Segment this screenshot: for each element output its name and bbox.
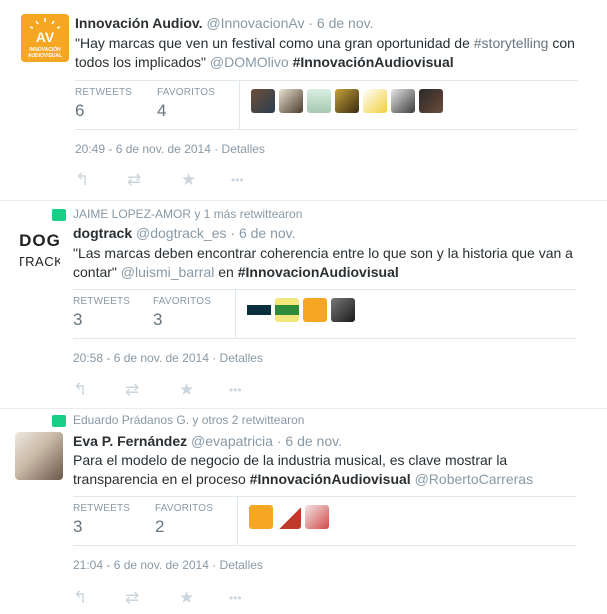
favorite-icon[interactable]: ★	[181, 170, 196, 190]
author-name[interactable]: Innovación Audiov.	[75, 15, 203, 31]
retweet-icon[interactable]: ⇄	[125, 380, 139, 400]
user-avatar[interactable]	[303, 298, 327, 322]
tweet-datetime[interactable]: 21:04 - 6 de nov. de 2014 · Detalles	[73, 558, 263, 572]
retweeted-by[interactable]: Eduardo Prádanos G. y otros 2 retwittear…	[73, 413, 304, 427]
user-avatar[interactable]	[335, 89, 359, 113]
favorite-icon[interactable]: ★	[179, 588, 194, 608]
tweet-1: AV INNOVACIÓN AUDIOVISUAL Innovación Aud…	[0, 0, 607, 200]
hashtag-link[interactable]: #storytelling	[474, 35, 549, 51]
svg-text:TRACK: TRACK	[20, 254, 60, 269]
more-icon[interactable]: •••	[229, 380, 242, 400]
separator-dot: ·	[230, 225, 236, 241]
favoriter-avatars	[251, 89, 443, 113]
tweet-header: dogtrack @dogtrack_es · 6 de nov.	[73, 224, 296, 242]
tweet-datetime[interactable]: 20:49 - 6 de nov. de 2014 · Detalles	[75, 142, 265, 156]
svg-text:AUDIOVISUAL: AUDIOVISUAL	[28, 53, 62, 59]
retweets-label: RETWEETS	[73, 503, 131, 514]
more-icon[interactable]: •••	[231, 170, 244, 190]
favoriter-avatars	[249, 505, 329, 529]
text-segment: en	[214, 264, 238, 280]
retweeted-by[interactable]: JAIME LOPEZ-AMOR y 1 más retwittearon	[73, 207, 302, 221]
author-name[interactable]: dogtrack	[73, 225, 132, 241]
author-handle[interactable]: @InnovacionAv	[206, 15, 304, 31]
tweet-date[interactable]: 6 de nov.	[285, 433, 342, 449]
favorites-label: FAVORITOS	[155, 503, 214, 514]
separator-dot: ·	[276, 433, 282, 449]
retweets-count: 3	[73, 517, 83, 536]
tweet-text: "Hay marcas que ven un festival como una…	[75, 34, 595, 72]
tweet-date[interactable]: 6 de nov.	[317, 15, 374, 31]
text-segment: "Hay marcas que ven un festival como una…	[75, 35, 474, 51]
stats-divider	[235, 290, 236, 338]
favorites-label: FAVORITOS	[157, 87, 216, 98]
tweet-actions: ↰ ⇄ ★ •••	[73, 380, 273, 400]
svg-text:DOG: DOG	[20, 231, 60, 250]
reply-icon[interactable]: ↰	[73, 588, 87, 608]
retweet-icon[interactable]: ⇄	[127, 170, 141, 190]
mention-link[interactable]: @luismi_barral	[121, 264, 215, 280]
tweet-date[interactable]: 6 de nov.	[239, 225, 296, 241]
author-handle[interactable]: @dogtrack_es	[136, 225, 226, 241]
user-avatar[interactable]	[391, 89, 415, 113]
user-avatar[interactable]	[363, 89, 387, 113]
user-avatar[interactable]	[307, 89, 331, 113]
stats-divider	[239, 81, 240, 129]
favorites-count: 3	[153, 310, 163, 329]
avatar-innovacion[interactable]: AV INNOVACIÓN AUDIOVISUAL	[21, 14, 69, 62]
tweet-actions: ↰ ⇄ ★ •••	[75, 170, 275, 190]
hashtag-link[interactable]: #InnovacionAudiovisual	[238, 264, 399, 280]
svg-text:INNOVACIÓN: INNOVACIÓN	[29, 45, 61, 53]
reply-icon[interactable]: ↰	[75, 170, 89, 190]
tweet-stats: RETWEETS 3 FAVORITOS 2	[73, 496, 576, 546]
tweet-stats: RETWEETS 3 FAVORITOS 3	[73, 289, 576, 339]
user-avatar[interactable]	[279, 89, 303, 113]
avatar-dogtrack[interactable]: DOG TRACK	[20, 226, 60, 276]
author-handle[interactable]: @evapatricia	[191, 433, 273, 449]
mention-link[interactable]: @RobertoCarreras	[415, 471, 533, 487]
user-avatar[interactable]	[419, 89, 443, 113]
tweet-text: "Las marcas deben encontrar coherencia e…	[73, 244, 583, 282]
tweet-datetime[interactable]: 20:58 - 6 de nov. de 2014 · Detalles	[73, 351, 263, 365]
retweet-icon[interactable]: ⇄	[125, 588, 139, 608]
retweets-label: RETWEETS	[73, 296, 131, 307]
user-avatar[interactable]	[247, 298, 271, 322]
favorites-count: 4	[157, 101, 167, 120]
tweet-header: Eva P. Fernández @evapatricia · 6 de nov…	[73, 432, 342, 450]
retweets-count: 6	[75, 101, 85, 120]
hashtag-link[interactable]: #InnovaciónAudiovisual	[293, 54, 454, 70]
mention-link[interactable]: @DOMOlivo	[210, 54, 289, 70]
retweet-indicator-icon	[52, 415, 66, 427]
stats-divider	[237, 497, 238, 545]
separator-dot: ·	[308, 15, 314, 31]
favorite-icon[interactable]: ★	[179, 380, 194, 400]
author-name[interactable]: Eva P. Fernández	[73, 433, 187, 449]
favorites-count: 2	[155, 517, 165, 536]
avatar-eva[interactable]	[15, 432, 63, 480]
tweet-text: Para el modelo de negocio de la industri…	[73, 451, 543, 489]
reply-icon[interactable]: ↰	[73, 380, 87, 400]
retweets-label: RETWEETS	[75, 87, 133, 98]
tweet-2: JAIME LOPEZ-AMOR y 1 más retwittearon DO…	[0, 200, 607, 410]
tweet-actions: ↰ ⇄ ★ •••	[73, 588, 273, 608]
user-avatar[interactable]	[305, 505, 329, 529]
retweet-indicator-icon	[52, 209, 66, 221]
tweet-header: Innovación Audiov. @InnovacionAv · 6 de …	[75, 14, 373, 32]
user-avatar[interactable]	[277, 505, 301, 529]
user-avatar[interactable]	[251, 89, 275, 113]
favorites-label: FAVORITOS	[153, 296, 212, 307]
tweet-3: Eduardo Prádanos G. y otros 2 retwittear…	[0, 408, 607, 614]
user-avatar[interactable]	[275, 298, 299, 322]
user-avatar[interactable]	[331, 298, 355, 322]
favoriter-avatars	[247, 298, 355, 322]
retweets-count: 3	[73, 310, 83, 329]
user-avatar[interactable]	[249, 505, 273, 529]
more-icon[interactable]: •••	[229, 588, 242, 608]
hashtag-link[interactable]: #InnovaciónAudiovisual	[250, 471, 411, 487]
svg-text:AV: AV	[36, 29, 55, 45]
tweet-stats: RETWEETS 6 FAVORITOS 4	[75, 80, 578, 130]
